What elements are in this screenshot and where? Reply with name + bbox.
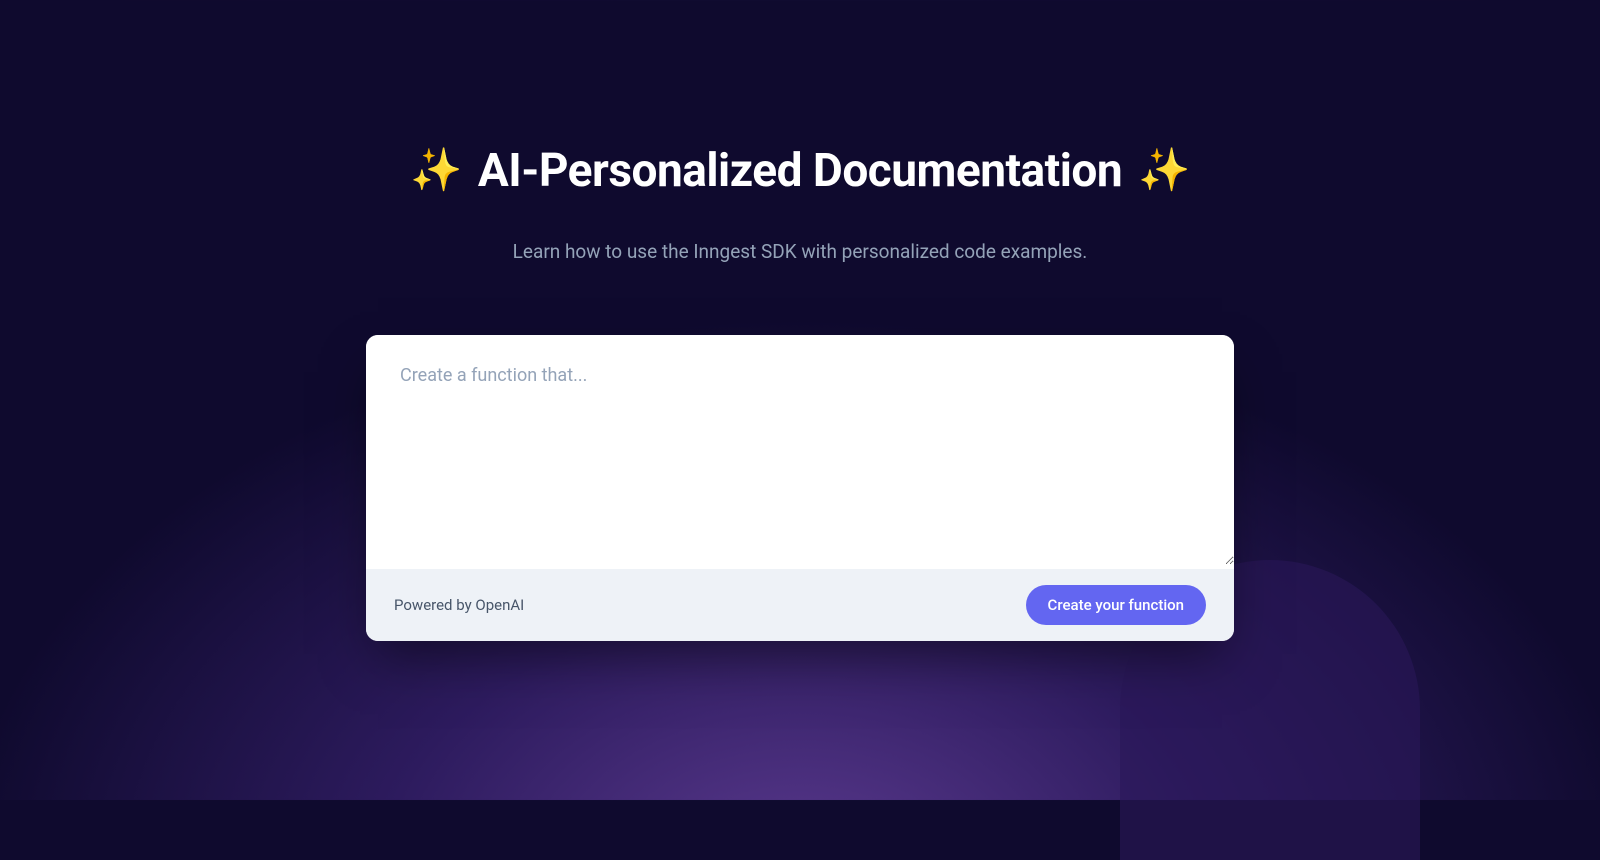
- textarea-wrapper: [366, 335, 1234, 569]
- create-function-button[interactable]: Create your function: [1026, 585, 1206, 625]
- prompt-input[interactable]: [366, 335, 1234, 565]
- card-footer: Powered by OpenAI Create your function: [366, 569, 1234, 641]
- prompt-card: Powered by OpenAI Create your function: [366, 335, 1234, 641]
- sparkle-icon: ✨: [1138, 150, 1190, 192]
- powered-by-label: Powered by OpenAI: [394, 596, 524, 614]
- page-heading: ✨ AI-Personalized Documentation ✨: [410, 144, 1190, 198]
- page-subtitle: Learn how to use the Inngest SDK with pe…: [513, 240, 1088, 263]
- page-title: AI-Personalized Documentation: [478, 144, 1122, 198]
- main-container: ✨ AI-Personalized Documentation ✨ Learn …: [0, 0, 1600, 641]
- sparkle-icon: ✨: [410, 150, 462, 192]
